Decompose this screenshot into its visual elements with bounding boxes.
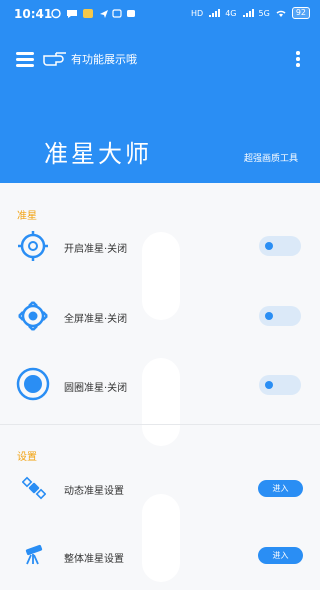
crosshair-dot-icon <box>16 367 50 401</box>
dynamic-crosshair-settings-label: 动态准星设置 <box>64 486 124 497</box>
signal-icon <box>209 9 221 17</box>
toggle-knob <box>265 381 273 389</box>
hd-label: HD <box>191 8 204 18</box>
more-options-icon[interactable] <box>296 51 300 69</box>
network-4g-label: 4G <box>225 8 237 18</box>
app-notification-icon <box>83 9 93 18</box>
signal-icon-2 <box>242 9 254 17</box>
message-icon <box>127 10 135 17</box>
overlay-highlight <box>142 358 180 446</box>
pointing-hand-icon <box>43 52 66 66</box>
app-title: 准星大师 <box>44 140 152 168</box>
overall-settings-enter-button[interactable]: 进入 <box>258 547 303 564</box>
location-icon <box>100 10 108 18</box>
fullscreen-crosshair-toggle[interactable] <box>259 306 301 326</box>
app-subtitle: 超强画质工具 <box>243 154 298 164</box>
overall-crosshair-settings-label: 整体准星设置 <box>64 554 124 565</box>
status-bar: 10:41 HD 4G 5G 92 <box>0 0 320 28</box>
crosshair-diamond-icon <box>18 301 48 331</box>
promo-text[interactable]: 有功能展示哦 <box>71 51 137 67</box>
section-title-crosshair: 准星 <box>17 211 37 222</box>
wifi-icon <box>276 10 286 17</box>
crosshair-ring-icon <box>18 231 48 261</box>
circle-crosshair-toggle[interactable] <box>259 375 301 395</box>
chat-icon <box>67 10 77 18</box>
overlay-highlight <box>142 232 180 320</box>
section-divider <box>0 424 320 425</box>
toggle-knob <box>265 312 273 320</box>
status-time: 10:41 <box>14 7 53 21</box>
menu-icon[interactable] <box>16 52 34 67</box>
overlay-highlight <box>142 494 180 582</box>
crosshair-item-label: 开启准星·关闭 <box>64 244 128 255</box>
battery-level: 92 <box>291 7 310 19</box>
cloud-icon <box>112 9 122 18</box>
satellite-icon <box>22 476 46 500</box>
dynamic-settings-enter-button[interactable]: 进入 <box>258 480 303 497</box>
crosshair-toggle[interactable] <box>259 236 301 256</box>
fullscreen-crosshair-label: 全屏准星·关闭 <box>64 314 128 325</box>
notification-icon <box>51 8 61 19</box>
status-right: HD 4G 5G 92 <box>191 7 310 19</box>
toggle-knob <box>265 242 273 250</box>
app-header: 10:41 HD 4G 5G 92 有功能展示哦 准星大师 超强画质工具 <box>0 0 320 183</box>
telescope-icon <box>25 544 43 565</box>
network-5g-label: 5G <box>258 8 270 18</box>
circle-crosshair-label: 圆圈准星·关闭 <box>64 383 128 394</box>
section-title-settings: 设置 <box>17 452 37 463</box>
